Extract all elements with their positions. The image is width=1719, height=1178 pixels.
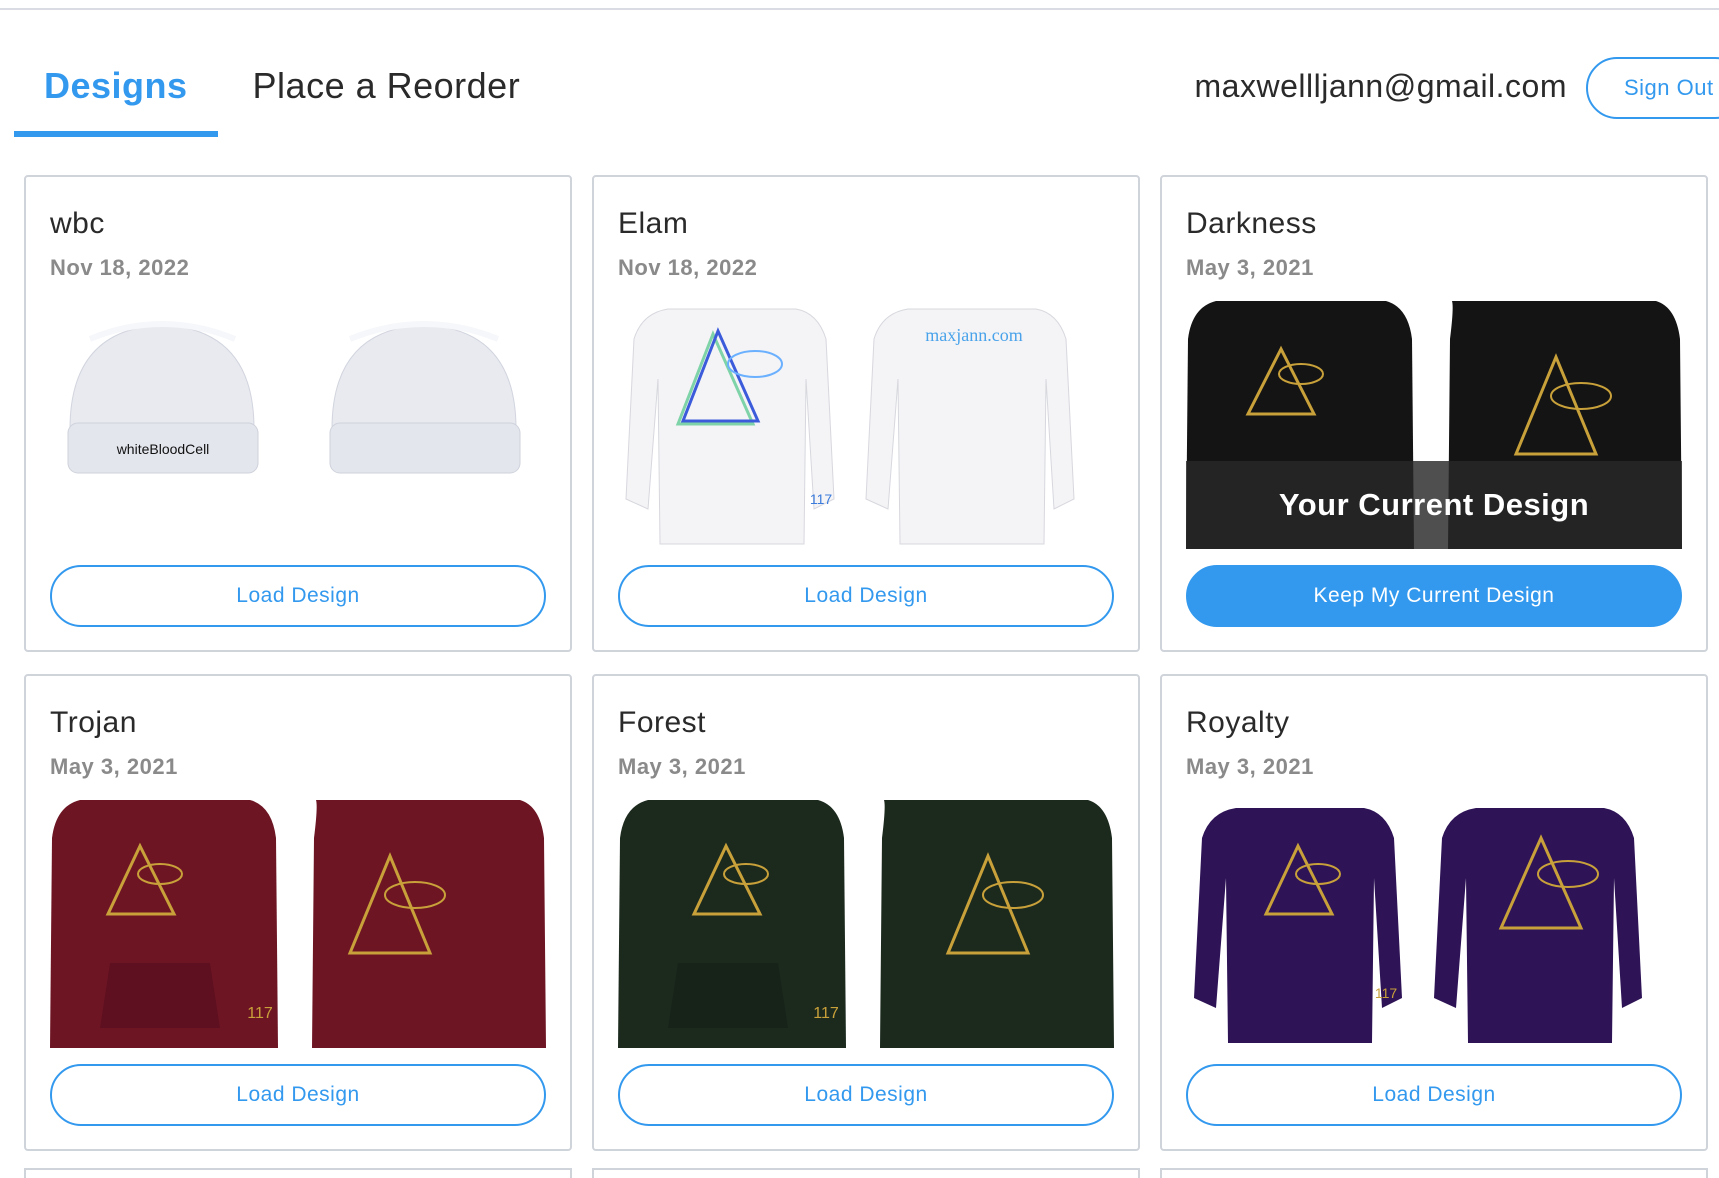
longsleeve-back-image: maxjann.com — [865, 308, 1075, 545]
hoodie-front-image: 117 — [618, 800, 846, 1048]
sleeve-text: 117 — [247, 1005, 273, 1022]
current-design-overlay: Your Current Design — [1186, 461, 1682, 549]
design-card: wbc Nov 18, 2022 whiteBloodCell Load Des… — [24, 175, 572, 652]
design-title: Elam — [618, 207, 689, 240]
design-title: wbc — [50, 207, 105, 240]
user-email: maxwellljann@gmail.com — [1194, 68, 1567, 104]
tab-bar: Designs Place a Reorder — [14, 55, 550, 137]
design-date: Nov 18, 2022 — [50, 255, 190, 280]
load-design-button[interactable]: Load Design — [50, 1064, 546, 1126]
load-design-button[interactable]: Load Design — [1186, 1064, 1682, 1126]
sign-out-button[interactable]: Sign Out — [1586, 57, 1719, 119]
hoodie-back-image — [312, 800, 546, 1048]
design-card-partial — [1160, 1168, 1708, 1178]
design-card: Elam Nov 18, 2022 117 maxjann.com Load D… — [592, 175, 1140, 652]
load-design-button[interactable]: Load Design — [618, 565, 1114, 627]
sleeve-text: 117 — [813, 1005, 839, 1022]
back-print-text: maxjann.com — [925, 325, 1022, 345]
design-card-current: Darkness May 3, 2021 Your Current Design… — [1160, 175, 1708, 652]
top-divider — [0, 8, 1719, 10]
sleeve-text: 117 — [810, 491, 833, 507]
design-card: Trojan May 3, 2021 117 Load Design — [24, 674, 572, 1151]
design-title: Darkness — [1186, 207, 1317, 240]
design-date: Nov 18, 2022 — [618, 255, 758, 280]
load-design-button[interactable]: Load Design — [618, 1064, 1114, 1126]
longsleeve-back-image — [1434, 808, 1642, 1043]
longsleeve-front-image: 117 — [1194, 808, 1402, 1043]
design-title: Trojan — [50, 706, 137, 739]
design-card: Royalty May 3, 2021 117 Load Design — [1160, 674, 1708, 1151]
design-preview: 117 — [618, 798, 1114, 1048]
beanie-print-text: whiteBloodCell — [116, 441, 210, 457]
design-date: May 3, 2021 — [618, 754, 746, 779]
design-preview: 117 — [50, 798, 546, 1048]
design-preview: 117 maxjann.com — [618, 299, 1114, 549]
designs-grid: wbc Nov 18, 2022 whiteBloodCell Load Des… — [24, 175, 1708, 1151]
design-preview: whiteBloodCell — [50, 299, 546, 549]
tab-designs[interactable]: Designs — [14, 55, 218, 137]
design-preview: Your Current Design — [1186, 299, 1682, 549]
design-preview: 117 — [1186, 798, 1682, 1048]
hoodie-front-image: 117 — [50, 800, 278, 1048]
design-title: Royalty — [1186, 706, 1290, 739]
design-card-partial — [592, 1168, 1140, 1178]
beanie-back-image — [329, 321, 521, 474]
longsleeve-front-image: 117 — [625, 308, 835, 545]
design-date: May 3, 2021 — [50, 754, 178, 779]
keep-current-design-button[interactable]: Keep My Current Design — [1186, 565, 1682, 627]
design-title: Forest — [618, 706, 707, 739]
design-card-partial — [24, 1168, 572, 1178]
design-card: Forest May 3, 2021 117 Load Design — [592, 674, 1140, 1151]
hoodie-back-image — [880, 800, 1114, 1048]
tab-place-reorder[interactable]: Place a Reorder — [218, 55, 551, 137]
beanie-front-image: whiteBloodCell — [67, 321, 259, 474]
design-date: May 3, 2021 — [1186, 754, 1314, 779]
load-design-button[interactable]: Load Design — [50, 565, 546, 627]
design-date: May 3, 2021 — [1186, 255, 1314, 280]
sleeve-text: 117 — [1375, 985, 1398, 1001]
